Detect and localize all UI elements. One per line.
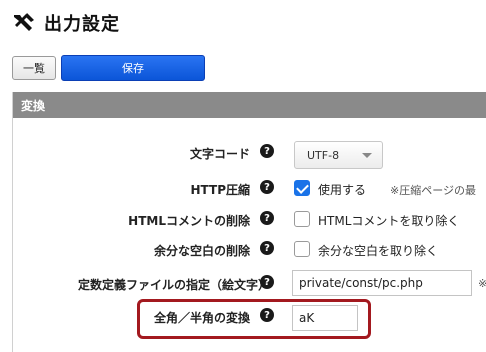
save-button[interactable]: 保存 — [61, 55, 205, 81]
charset-select-value: UTF-8 — [307, 148, 340, 162]
charset-label: 文字コード — [189, 147, 250, 161]
whitespace-checkbox[interactable] — [294, 241, 310, 257]
html-comment-checkbox-label[interactable]: HTMLコメントを取り除く — [318, 212, 459, 229]
whitespace-label: 余分な空白の削除 — [153, 244, 250, 258]
const-file-input[interactable] — [292, 270, 472, 296]
gzip-help-icon[interactable]: ? — [260, 180, 274, 194]
const-file-note: ※ — [478, 277, 486, 290]
gzip-note: ※圧縮ページの最 — [390, 184, 476, 197]
charset-select[interactable]: UTF-8 — [294, 141, 383, 169]
const-file-label: 定数定義ファイルの指定（絵文字） — [77, 278, 270, 292]
title-row: 出力設定 — [12, 8, 120, 38]
gzip-checkbox[interactable] — [294, 180, 310, 196]
gzip-label: HTTP圧縮 — [190, 183, 251, 197]
highlight-box — [137, 299, 371, 339]
html-comment-help-icon[interactable]: ? — [260, 211, 274, 225]
chevron-down-icon — [362, 153, 372, 158]
gzip-checkbox-label[interactable]: 使用する — [318, 181, 366, 198]
page-title: 出力設定 — [44, 14, 120, 35]
html-comment-label: HTMLコメントの削除 — [128, 214, 250, 228]
list-button[interactable]: 一覧 — [12, 56, 56, 80]
const-file-help-icon[interactable]: ? — [260, 275, 274, 289]
html-comment-checkbox[interactable] — [294, 211, 310, 227]
charset-help-icon[interactable]: ? — [260, 144, 274, 158]
whitespace-help-icon[interactable]: ? — [260, 241, 274, 255]
whitespace-checkbox-label[interactable]: 余分な空白を取り除く — [318, 242, 438, 259]
tools-icon — [14, 13, 34, 31]
section-header: 変換 — [13, 92, 486, 118]
